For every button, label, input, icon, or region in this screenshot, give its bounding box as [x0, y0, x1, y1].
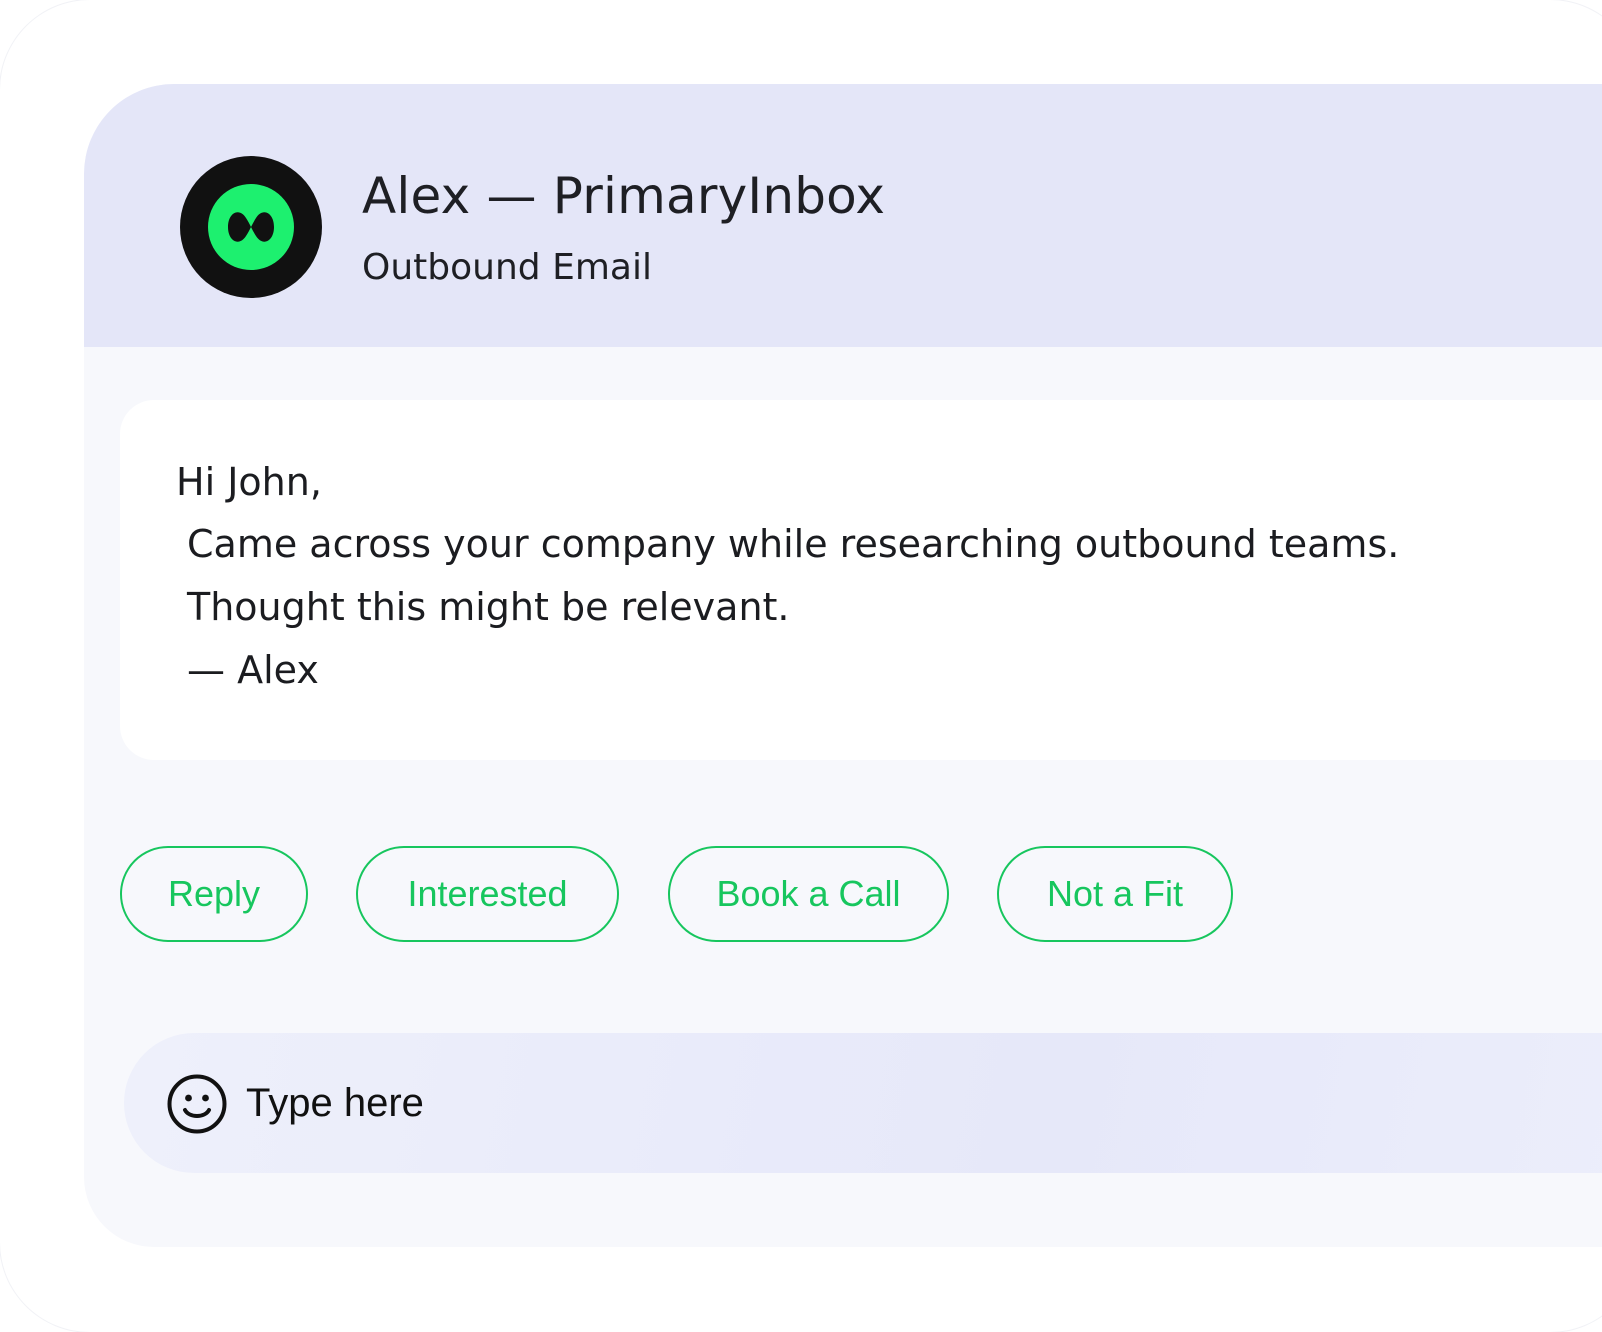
- logo-icon: [208, 184, 294, 270]
- not-a-fit-button[interactable]: Not a Fit: [997, 846, 1233, 942]
- message-line: Hi John,: [176, 460, 322, 504]
- interested-button[interactable]: Interested: [356, 846, 619, 942]
- message-line: Thought this might be relevant.: [187, 585, 790, 629]
- smiley-icon[interactable]: [166, 1073, 228, 1135]
- chat-card: Alex — PrimaryInbox Outbound Email Hi Jo…: [84, 84, 1602, 1247]
- chat-header: Alex — PrimaryInbox Outbound Email: [84, 84, 1602, 347]
- message-bubble: Hi John, Came across your company while …: [120, 400, 1602, 760]
- conversation-title: Alex — PrimaryInbox: [362, 167, 886, 225]
- message-line: Came across your company while researchi…: [187, 522, 1400, 566]
- reply-button[interactable]: Reply: [120, 846, 308, 942]
- message-composer: [124, 1033, 1602, 1173]
- message-line: — Alex: [187, 648, 319, 692]
- book-a-call-button[interactable]: Book a Call: [668, 846, 949, 942]
- conversation-subtitle: Outbound Email: [362, 247, 652, 288]
- avatar: [180, 156, 322, 298]
- message-input[interactable]: [246, 1069, 946, 1137]
